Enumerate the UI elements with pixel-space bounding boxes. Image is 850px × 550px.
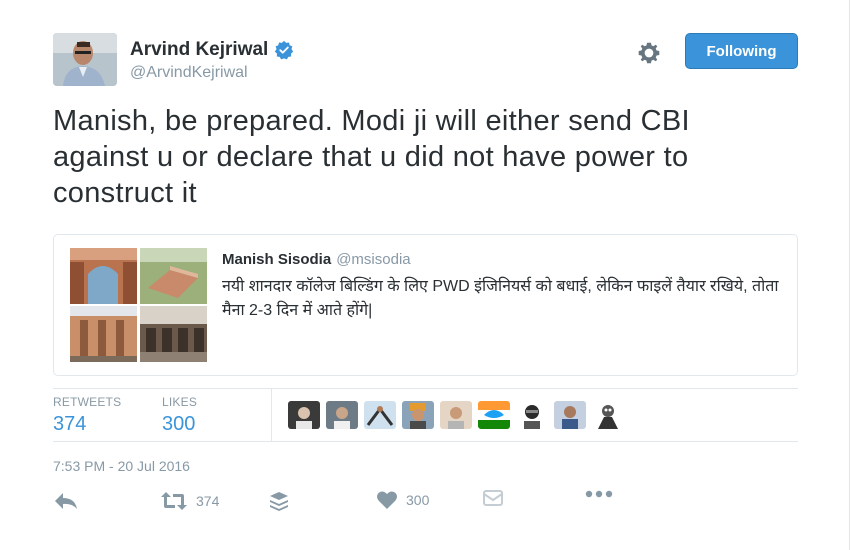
liker-avatar[interactable] — [326, 401, 358, 429]
retweets-label: RETWEETS — [53, 395, 122, 409]
liker-avatar[interactable] — [478, 401, 510, 429]
author-name[interactable]: Arvind Kejriwal — [130, 39, 294, 61]
quoted-author: Manish Sisodia @msisodia — [222, 251, 411, 268]
stats-vertical-divider — [271, 389, 272, 441]
tweet-timestamp[interactable]: 7:53 PM - 20 Jul 2016 — [53, 458, 190, 474]
media-thumb-facade[interactable] — [70, 306, 137, 362]
liker-avatar[interactable] — [592, 401, 624, 429]
liker-avatars — [288, 401, 624, 429]
retweets-stat[interactable]: RETWEETS 374 — [53, 395, 121, 436]
direct-message-button[interactable] — [483, 490, 503, 508]
tweet-actions: 374 300 — [53, 490, 798, 516]
reply-icon — [55, 493, 77, 509]
more-options-button[interactable] — [585, 490, 613, 498]
gear-icon[interactable] — [636, 40, 662, 66]
media-thumb-building-arch[interactable] — [70, 248, 137, 304]
retweet-button[interactable]: 374 — [160, 490, 219, 512]
liker-avatar[interactable] — [440, 401, 472, 429]
share-layers-button[interactable] — [268, 490, 290, 512]
following-button[interactable]: Following — [685, 33, 798, 69]
retweet-icon — [161, 492, 187, 510]
quoted-author-name[interactable]: Manish Sisodia — [222, 251, 331, 268]
quoted-tweet-text: नयी शानदार कॉलेज बिल्डिंग के लिए PWD इंज… — [222, 278, 779, 319]
message-icon — [483, 490, 503, 506]
stats-divider-top — [53, 388, 798, 389]
heart-icon — [377, 491, 397, 509]
retweets-count: 374 — [53, 413, 87, 435]
like-count: 300 — [406, 492, 430, 508]
like-button[interactable]: 300 — [376, 490, 429, 510]
more-dots-icon — [585, 490, 613, 498]
reply-button[interactable] — [53, 490, 79, 512]
media-thumb-aerial-view[interactable] — [140, 248, 207, 304]
likes-count: 300 — [162, 413, 196, 435]
quoted-author-handle[interactable]: @msisodia — [336, 251, 410, 268]
author-avatar[interactable] — [53, 33, 117, 86]
quoted-tweet[interactable]: Manish Sisodia @msisodia नयी शानदार कॉलेज… — [53, 234, 798, 376]
verified-badge-icon — [275, 40, 294, 60]
likes-label: LIKES — [162, 395, 198, 409]
liker-avatar[interactable] — [554, 401, 586, 429]
liker-avatar[interactable] — [516, 401, 548, 429]
tweet-card: Arvind Kejriwal @ArvindKejriwal Followin… — [0, 0, 850, 550]
tweet-text: Manish, be prepared. Modi ji will either… — [53, 105, 690, 209]
author-handle[interactable]: @ArvindKejriwal — [130, 64, 248, 82]
likes-stat[interactable]: LIKES 300 — [162, 395, 197, 436]
stats-divider-bottom — [53, 441, 798, 442]
quoted-tweet-media[interactable] — [70, 248, 207, 362]
retweet-count: 374 — [196, 493, 220, 509]
author-name-text: Arvind Kejriwal — [130, 39, 269, 60]
liker-avatar[interactable] — [402, 401, 434, 429]
layers-icon — [270, 492, 288, 511]
liker-avatar[interactable] — [364, 401, 396, 429]
liker-avatar[interactable] — [288, 401, 320, 429]
media-thumb-hall[interactable] — [140, 306, 207, 362]
